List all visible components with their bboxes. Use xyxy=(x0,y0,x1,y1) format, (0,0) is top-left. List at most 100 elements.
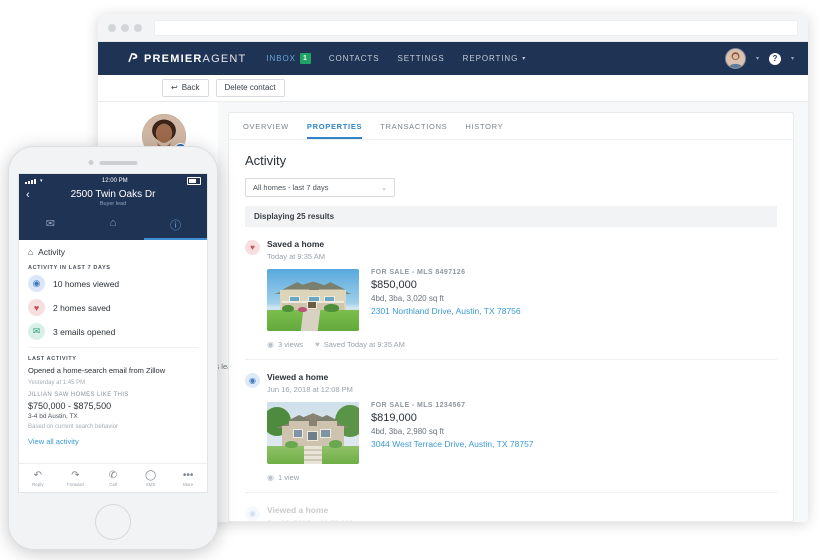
help-chevron-down-icon[interactable]: ▾ xyxy=(791,55,794,62)
tab-overview[interactable]: OVERVIEW xyxy=(243,122,289,139)
address-bar[interactable] xyxy=(154,19,798,36)
chevron-down-icon: ▾ xyxy=(522,56,527,62)
phone-action-label: More xyxy=(183,481,194,487)
phone-action-forward[interactable]: ↷ Forward xyxy=(57,464,95,492)
help-icon[interactable]: ? xyxy=(768,52,781,65)
phone-icon: ✆ xyxy=(108,469,118,481)
phone-saw-label: JILLIAN SAW HOMES LIKE THIS xyxy=(28,391,129,398)
phone-saw-note: Based on current search behavior xyxy=(28,423,119,430)
phone-last-activity-label: LAST ACTIVITY xyxy=(28,356,77,362)
listing-price: $819,000 xyxy=(371,412,417,425)
phone-saw-price: $750,000 - $875,500 xyxy=(28,400,112,411)
listing-address-link[interactable]: 3044 West Terrace Drive, Austin, TX 7875… xyxy=(371,439,534,449)
close-icon[interactable] xyxy=(108,23,116,32)
activity-header: ◉ Viewed a home Jun 16, 2018 at 12:08 PM xyxy=(245,372,777,394)
phone-last-activity-text: Opened a home-search email from Zillow xyxy=(28,366,166,375)
activity-item[interactable]: ◉ Viewed a home Jun 16, 2018 at 12:08 PM xyxy=(245,360,777,494)
tab-history[interactable]: HISTORY xyxy=(465,122,503,139)
listing-photo[interactable] xyxy=(267,269,359,332)
heart-icon: ♥ xyxy=(315,340,320,350)
tab-properties[interactable]: PROPERTIES xyxy=(306,122,363,139)
forward-icon: ↷ xyxy=(71,469,80,481)
nav-item-settings[interactable]: SETTINGS xyxy=(397,54,444,63)
phone-home-button[interactable] xyxy=(95,504,131,540)
phone-activity-title: Activity xyxy=(38,247,66,257)
activity-filter-select[interactable]: All homes - last 7 days ⌄ xyxy=(245,178,395,197)
activity-header: ♥ Saved a home Today at 9:35 AM xyxy=(245,239,777,261)
phone-speaker xyxy=(88,160,138,165)
eye-icon: ◉ xyxy=(245,506,260,521)
saved-stat: ♥ Saved Today at 9:35 AM xyxy=(315,340,405,349)
nav-right: ▾ ? ▾ xyxy=(724,48,794,69)
eye-icon: ◉ xyxy=(245,373,260,389)
listing-info: FOR SALE - MLS 8497126 $850,000 4bd, 3ba… xyxy=(371,269,521,331)
activity-item[interactable]: ♥ Saved a home Today at 9:35 AM FOR SALE… xyxy=(245,227,777,361)
phone-action-sms[interactable]: ◯ SMS xyxy=(132,464,170,492)
nav-item-inbox[interactable]: INBOX 1 xyxy=(266,53,311,64)
activity-date: Today at 9:35 AM xyxy=(267,252,325,262)
minimize-icon[interactable] xyxy=(121,23,129,32)
phone-tab-info[interactable]: ⓘ xyxy=(144,213,207,240)
listing-stats: ◉ 1 view xyxy=(267,473,777,482)
phone-tab-mail[interactable]: ✉ xyxy=(19,213,82,240)
speaker-grill xyxy=(99,160,138,165)
listing[interactable]: FOR SALE - MLS 1234567 $819,000 4bd, 3ba… xyxy=(267,402,777,465)
back-chevron-icon[interactable]: ‹ xyxy=(26,189,30,201)
nav-item-contacts[interactable]: CONTACTS xyxy=(329,54,380,63)
action-toolbar: ↩ Back Delete contact xyxy=(98,75,808,102)
brand-agent: AGENT xyxy=(202,52,247,65)
phone-header: ‹ 2500 Twin Oaks Dr Buyer lead xyxy=(19,187,207,213)
window-controls[interactable] xyxy=(108,23,142,32)
phone-action-label: SMS xyxy=(145,481,156,487)
eye-icon: ◉ xyxy=(28,275,45,292)
phone-action-more[interactable]: ••• More xyxy=(169,464,207,492)
brand-premier: PREMIER xyxy=(144,52,203,65)
avatar[interactable] xyxy=(724,48,746,69)
phone-saw-specs: 3-4 bd Austin, TX xyxy=(28,412,78,420)
activity-filter-value: All homes - last 7 days xyxy=(253,183,329,192)
phone-tab-home[interactable]: ⌂ xyxy=(82,213,145,240)
activity-item[interactable]: ◉ Viewed a home Jun 16, 2018 at 11:52 AM xyxy=(245,493,777,521)
delete-contact-button[interactable]: Delete contact xyxy=(215,79,285,97)
activity-title: Viewed a home xyxy=(267,505,329,516)
phone-clock: 12:00 PM xyxy=(101,177,128,184)
phone-action-label: Reply xyxy=(32,481,44,487)
back-arrow-icon: ↩ xyxy=(171,83,178,92)
phone-action-reply[interactable]: ↶ Reply xyxy=(19,464,57,492)
views-stat: ◉ 3 views xyxy=(267,340,303,349)
activity-title: Viewed a home xyxy=(267,372,329,383)
divider xyxy=(28,347,198,348)
eye-icon: ◉ xyxy=(267,340,274,350)
avatar-chevron-down-icon[interactable]: ▾ xyxy=(756,55,759,62)
tab-transactions[interactable]: TRANSACTIONS xyxy=(380,122,447,139)
phone-action-label: Forward xyxy=(67,481,84,487)
panel-tabs: OVERVIEW PROPERTIES TRANSACTIONS HISTORY xyxy=(229,113,793,140)
phone-stat-row: ◉ 10 homes viewed xyxy=(28,275,198,292)
inbox-badge: 1 xyxy=(299,53,311,64)
app-navbar: PREMIERAGENT INBOX 1 CONTACTS SETTINGS R… xyxy=(98,42,808,75)
heart-icon: ♥ xyxy=(245,240,260,255)
phone-subtitle: Buyer lead xyxy=(99,201,127,207)
brand-logo[interactable]: PREMIERAGENT xyxy=(126,51,246,67)
phone-stat-text: 2 homes saved xyxy=(53,302,111,313)
premier-agent-logo-icon xyxy=(126,51,139,67)
home-icon: ⌂ xyxy=(28,247,34,257)
phone-stat-text: 10 homes viewed xyxy=(53,278,120,289)
back-button[interactable]: ↩ Back xyxy=(162,79,209,97)
listing[interactable]: FOR SALE - MLS 8497126 $850,000 4bd, 3ba… xyxy=(267,269,777,332)
activity-header: ◉ Viewed a home Jun 16, 2018 at 11:52 AM xyxy=(245,505,777,521)
listing-mls: FOR SALE - MLS 8497126 xyxy=(371,269,466,277)
phone-action-call[interactable]: ✆ Call xyxy=(94,464,132,492)
nav-item-label: INBOX xyxy=(266,54,296,63)
listing-address-link[interactable]: 2301 Northland Drive, Austin, TX 78756 xyxy=(371,306,521,316)
nav-item-reporting[interactable]: REPORTING ▾ xyxy=(463,54,526,63)
activity-heading: Activity xyxy=(245,153,287,168)
maximize-icon[interactable] xyxy=(134,23,142,32)
listing-photo[interactable] xyxy=(267,402,359,465)
activity-date: Jun 16, 2018 at 12:08 PM xyxy=(267,385,353,395)
phone-stat-row: ✉ 3 emails opened xyxy=(28,323,198,340)
listing-specs: 4bd, 3ba, 3,020 sq ft xyxy=(371,294,444,304)
screenshot-stage: PREMIERAGENT INBOX 1 CONTACTS SETTINGS R… xyxy=(0,0,840,560)
phone-view-all-link[interactable]: View all activity xyxy=(28,437,198,446)
browser-chrome xyxy=(98,14,808,42)
